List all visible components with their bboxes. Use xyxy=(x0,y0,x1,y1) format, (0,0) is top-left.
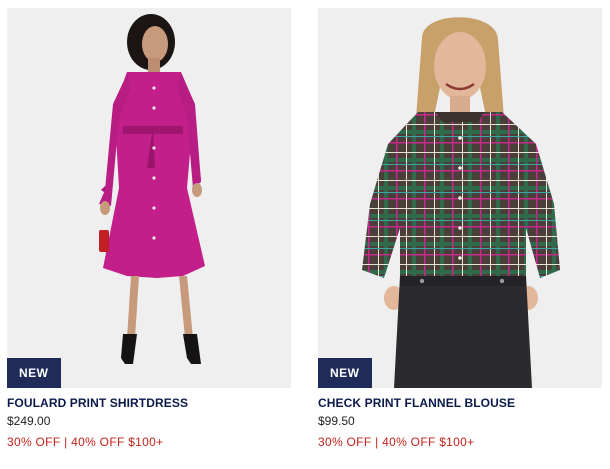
product-card[interactable]: NEW FOULARD PRINT SHIRTDRESS $249.00 30%… xyxy=(7,8,291,449)
product-image[interactable]: NEW xyxy=(7,8,291,388)
product-name[interactable]: FOULARD PRINT SHIRTDRESS xyxy=(7,396,291,410)
product-image[interactable]: NEW xyxy=(318,8,602,388)
product-price: $249.00 xyxy=(7,414,51,428)
product-price: $99.50 xyxy=(318,414,355,428)
model-in-plaid-blouse-photo xyxy=(318,8,602,388)
new-badge: NEW xyxy=(318,358,372,388)
product-name[interactable]: CHECK PRINT FLANNEL BLOUSE xyxy=(318,396,602,410)
product-grid: NEW FOULARD PRINT SHIRTDRESS $249.00 30%… xyxy=(0,0,610,469)
new-badge: NEW xyxy=(7,358,61,388)
product-card[interactable]: NEW CHECK PRINT FLANNEL BLOUSE $99.50 30… xyxy=(318,8,602,449)
promo-text: 30% OFF | 40% OFF $100+ xyxy=(7,435,164,449)
promo-text: 30% OFF | 40% OFF $100+ xyxy=(318,435,475,449)
model-in-magenta-shirtdress-photo xyxy=(7,8,291,388)
